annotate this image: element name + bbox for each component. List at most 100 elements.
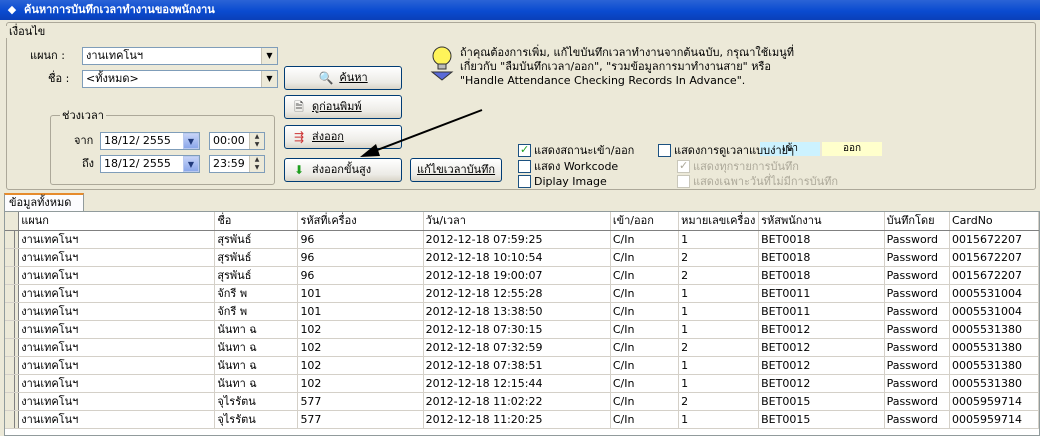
from-date-value: 18/12/ 2555 (104, 134, 171, 147)
records-grid[interactable]: แผนก ชื่อ รหัสที่เครื่อง วัน/เวลา เข้า/ออก หม… (4, 211, 1040, 436)
checkbox-box[interactable] (677, 175, 690, 188)
edit-records-button[interactable]: แก้ไขเวลาบันทึก (410, 158, 502, 182)
table-row[interactable]: งานเทคโนฯ นันทา ฉ 102 2012-12-18 07:32:59 C/… (5, 338, 1039, 357)
department-select[interactable]: งานเทคโนฯ ▼ (82, 47, 278, 65)
table-row[interactable]: งานเทคโนฯ นันทา ฉ 102 2012-12-18 07:30:15 C/… (5, 320, 1039, 339)
table-cell: 102 (297, 320, 424, 339)
table-cell: 2012-12-18 10:10:54 (423, 248, 611, 267)
table-row[interactable]: งานเทคโนฯ สุรพันธ์ 96 2012-12-18 10:10:54 C/… (5, 248, 1039, 267)
from-time-spinner[interactable]: ▲ ▼ (249, 133, 264, 149)
table-row[interactable]: งานเทคโนฯ สุรพันธ์ 96 2012-12-18 07:59:25 C/… (5, 230, 1039, 249)
table-row[interactable]: งานเทคโนฯ จักรี พ 101 2012-12-18 12:55:28 C/… (5, 284, 1039, 303)
from-time-input[interactable]: 00:00 ▲ ▼ (209, 132, 265, 150)
table-cell: C/In (610, 374, 680, 393)
row-selector[interactable] (5, 320, 20, 339)
row-selector[interactable] (5, 410, 20, 429)
conditions-legend: เงื่อนไข (6, 26, 49, 38)
table-row[interactable]: งานเทคโนฯ จุไรรัตน 577 2012-12-18 11:02:22 C… (5, 392, 1039, 411)
row-selector[interactable] (5, 302, 20, 321)
row-selector[interactable] (5, 374, 20, 393)
table-row[interactable]: งานเทคโนฯ จุไรรัตน 577 2012-12-18 11:20:25 C… (5, 410, 1039, 429)
to-date-value: 18/12/ 2555 (104, 157, 171, 170)
row-selector[interactable] (5, 230, 20, 249)
search-button[interactable]: 🔍 ค้นหา (284, 66, 402, 90)
from-date-picker[interactable]: 18/12/ 2555 ▼ (100, 132, 200, 150)
column-header[interactable]: รหัสที่เครื่อง (297, 212, 424, 231)
to-time-input[interactable]: 23:59 ▲ ▼ (209, 155, 265, 173)
simple-view-checkbox[interactable]: แสดงการดูเวลาแบบง่ายๆ (658, 144, 794, 157)
table-cell: BET0018 (758, 266, 885, 285)
department-value: งานเทคโนฯ (86, 49, 144, 62)
records-table: แผนก ชื่อ รหัสที่เครื่อง วัน/เวลา เข้า/ออก หม… (5, 212, 1039, 429)
row-selector[interactable] (5, 284, 20, 303)
row-selector[interactable] (5, 266, 20, 285)
to-time-spinner[interactable]: ▲ ▼ (249, 156, 264, 172)
show-workcode-checkbox[interactable]: แสดง Workcode (518, 160, 618, 173)
preview-button[interactable]: 🗎 ดูก่อนพิมพ์ (284, 95, 402, 119)
row-selector[interactable] (5, 248, 20, 267)
row-selector[interactable] (5, 356, 20, 375)
display-image-checkbox[interactable]: Diplay Image (518, 175, 607, 188)
edit-records-button-label: แก้ไขเวลาบันทึก (417, 163, 496, 176)
checkbox-box[interactable] (677, 159, 690, 173)
export-button[interactable]: ⇶ ส่งออก (284, 125, 402, 149)
table-cell: งานเทคโนฯ (18, 284, 216, 303)
column-header[interactable]: หมายเลขเครื่อง (678, 212, 760, 231)
checkbox-box[interactable] (518, 175, 531, 188)
table-cell: Password (884, 320, 950, 339)
table-cell: 0005531380 (949, 374, 1039, 393)
tab-all-data[interactable]: ข้อมูลทั้งหมด (4, 193, 84, 211)
export-advanced-button-label: ส่งออกขั้นสูง (312, 163, 372, 176)
table-cell: 2012-12-18 12:15:44 (423, 374, 611, 393)
table-row[interactable]: งานเทคโนฯ นันทา ฉ 102 2012-12-18 07:38:51 C/… (5, 356, 1039, 375)
chevron-down-icon[interactable]: ▼ (261, 71, 277, 87)
table-cell: สุรพันธ์ (214, 248, 299, 267)
table-row[interactable]: งานเทคโนฯ สุรพันธ์ 96 2012-12-18 19:00:07 C/… (5, 266, 1039, 285)
table-cell: BET0015 (758, 410, 885, 429)
calendar-dropdown-icon[interactable]: ▼ (183, 156, 199, 172)
period-legend: ช่วงเวลา (60, 108, 106, 124)
preview-button-label: ดูก่อนพิมพ์ (312, 100, 362, 113)
show-no-record-days-checkbox[interactable]: แสดงเฉพาะวันที่ไม่มีการบันทึก (677, 175, 838, 188)
chevron-down-icon[interactable]: ▼ (261, 48, 277, 64)
checkbox-box[interactable] (518, 160, 531, 173)
export-advanced-button[interactable]: ⬇ ส่งออกขั้นสูง (284, 158, 402, 182)
table-cell: งานเทคโนฯ (18, 410, 216, 429)
table-cell: จุไรรัตน (214, 410, 299, 429)
column-header[interactable]: บันทึกโดย (884, 212, 950, 231)
table-cell: 0015672207 (949, 230, 1039, 249)
down-arrow-icon: ⬇ (293, 163, 305, 177)
table-cell: 2012-12-18 07:59:25 (423, 230, 611, 249)
show-all-records-label: แสดงทุกรายการบันทึก (693, 160, 799, 173)
column-header[interactable]: วัน/เวลา (423, 212, 611, 231)
table-cell: 102 (297, 374, 424, 393)
checkbox-box[interactable] (658, 144, 671, 157)
column-header[interactable]: เข้า/ออก (610, 212, 680, 231)
column-header[interactable]: รหัสพนักงาน (758, 212, 885, 231)
name-select[interactable]: <ทั้งหมด> ▼ (82, 70, 278, 88)
out-color-swatch: ออก (822, 142, 882, 156)
column-header[interactable]: ชื่อ (214, 212, 299, 231)
calendar-dropdown-icon[interactable]: ▼ (183, 133, 199, 149)
tab-bar: ข้อมูลทั้งหมด (0, 193, 1040, 211)
table-row[interactable]: งานเทคโนฯ นันทา ฉ 102 2012-12-18 12:15:44 C/… (5, 374, 1039, 393)
checkbox-box[interactable] (518, 143, 531, 157)
column-header[interactable]: CardNo (949, 212, 1039, 231)
show-in-out-checkbox[interactable]: แสดงสถานะเข้า/ออก (518, 143, 634, 157)
table-cell: BET0018 (758, 230, 885, 249)
table-cell: C/In (610, 230, 680, 249)
row-selector[interactable] (5, 392, 20, 411)
row-selector[interactable] (5, 338, 20, 357)
table-cell: 1 (678, 356, 760, 375)
table-cell: สุรพันธ์ (214, 266, 299, 285)
table-cell: BET0015 (758, 392, 885, 411)
table-cell: Password (884, 284, 950, 303)
table-cell: 2012-12-18 07:38:51 (423, 356, 611, 375)
show-all-records-checkbox[interactable]: แสดงทุกรายการบันทึก (677, 159, 799, 173)
department-label: แผนก : (30, 49, 65, 62)
display-image-label: Diplay Image (534, 175, 607, 188)
table-cell: Password (884, 374, 950, 393)
table-row[interactable]: งานเทคโนฯ จักรี พ 101 2012-12-18 13:38:50 C/… (5, 302, 1039, 321)
to-date-picker[interactable]: 18/12/ 2555 ▼ (100, 155, 200, 173)
column-header[interactable]: แผนก (18, 212, 216, 231)
